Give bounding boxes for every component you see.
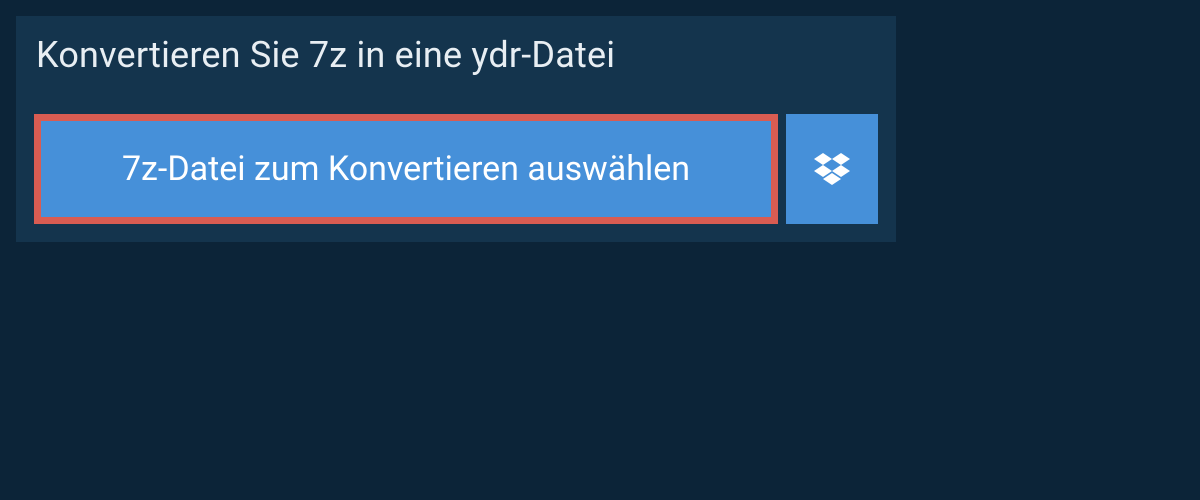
page-title: Konvertieren Sie 7z in eine ydr-Datei xyxy=(36,34,615,76)
converter-panel: Konvertieren Sie 7z in eine ydr-Datei 7z… xyxy=(16,16,896,242)
button-row: 7z-Datei zum Konvertieren auswählen xyxy=(16,100,896,242)
dropbox-button[interactable] xyxy=(786,114,878,224)
select-file-button[interactable]: 7z-Datei zum Konvertieren auswählen xyxy=(34,114,778,224)
title-bar: Konvertieren Sie 7z in eine ydr-Datei xyxy=(16,16,645,100)
select-file-label: 7z-Datei zum Konvertieren auswählen xyxy=(122,149,690,189)
dropbox-icon xyxy=(814,153,850,185)
